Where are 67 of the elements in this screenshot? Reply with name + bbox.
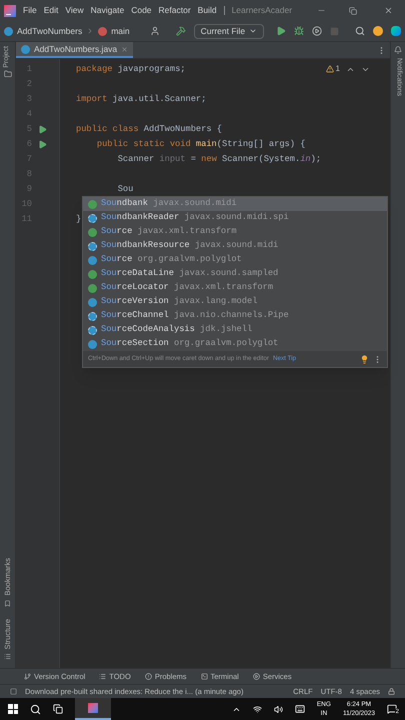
code-line: public static void main(String[] args) { [96,138,306,151]
play-icon [252,673,260,680]
completion-item[interactable]: Soundbank javax.sound.midi [83,197,387,211]
search-icon[interactable] [355,26,366,36]
completion-item[interactable]: SourceCodeAnalysis jdk.jshell [83,323,387,337]
search-icon[interactable] [30,704,41,714]
caret-icon [249,27,258,35]
code-line: public class AddTwoNumbers { [76,122,222,136]
keyboard-icon[interactable] [294,704,305,714]
volume-icon[interactable] [274,704,283,714]
windows-start-icon[interactable] [8,704,18,714]
completion-item[interactable]: SoundbankReader javax.sound.midi.spi [83,211,387,225]
folder-icon[interactable] [4,70,12,78]
project-title: LearnersAcader [232,4,292,17]
menu-item[interactable]: Refactor [158,4,191,17]
interface-icon [88,228,97,236]
class-icon [88,214,97,222]
code-line: Sou [116,182,134,196]
completion-item[interactable]: SourceDataLine javax.sound.sampled [83,267,387,281]
editor-tab[interactable]: AddTwoNumbers.java [16,42,134,58]
lock-icon[interactable] [388,688,395,695]
completion-item[interactable]: SourceVersion javax.lang.model [83,295,387,309]
method-icon [98,26,108,36]
code-line: } [76,212,82,226]
run-icon[interactable] [276,26,286,36]
menu-item[interactable]: Navigate [90,4,124,17]
code-line: import java.util.Scanner; [76,92,206,106]
user-icon[interactable] [150,26,160,36]
structure-icon [4,653,11,660]
close-icon[interactable] [384,6,393,15]
breadcrumb[interactable]: AddTwoNumbers [17,24,82,38]
warning-count[interactable]: 1 [326,63,340,75]
debug-icon[interactable] [294,26,304,36]
alert-icon [144,673,152,680]
branch-icon [24,673,31,680]
run-icon[interactable] [38,140,47,149]
taskbar-app-icon[interactable] [75,698,111,720]
menu-item[interactable]: Build [198,4,217,17]
code-line: package javaprograms; [76,62,186,76]
terminal-icon [200,673,208,680]
menu-item[interactable]: Code [131,4,152,17]
menu-item[interactable]: View [65,4,84,17]
class-icon [4,26,13,36]
coverage-icon[interactable] [312,26,322,36]
menu-item[interactable]: Edit [44,4,58,17]
completion-item[interactable]: Source javax.xml.transform [83,225,387,239]
interface-icon [88,200,97,208]
menu-item[interactable]: File [23,4,37,17]
code-line: Scanner input = new Scanner(System.in); [116,152,322,166]
bookmark-icon [4,600,11,607]
completion-item[interactable]: SoundbankResource javax.sound.midi [83,239,387,253]
completion-item[interactable]: Source org.graalvm.polyglot [83,253,387,267]
lightbulb-icon[interactable] [360,354,369,364]
run-config-dropdown[interactable]: Current File [194,24,264,38]
run-icon[interactable] [38,125,47,134]
task-view-icon[interactable] [53,704,63,714]
restore-icon[interactable] [349,6,357,14]
completion-item[interactable]: SourceLocator javax.xml.transform [83,281,387,295]
wifi-icon[interactable] [252,704,262,714]
list-icon [99,673,106,680]
panel-icon[interactable] [10,688,17,695]
breadcrumb[interactable]: main [111,24,130,38]
notifications-icon[interactable] [394,46,402,54]
build-icon[interactable] [176,26,186,36]
completion-item[interactable]: SourceChannel java.nio.channels.Pipe [83,309,387,323]
completion-item[interactable]: SourceSection org.graalvm.polyglot [83,337,387,351]
app-logo-icon [4,4,16,16]
